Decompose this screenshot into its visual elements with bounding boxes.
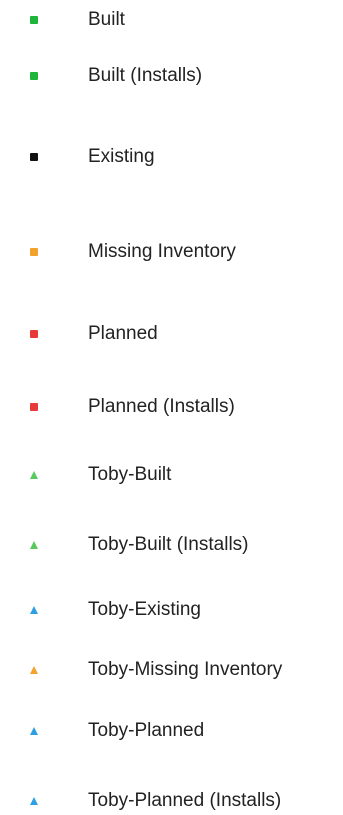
legend-label-toby-existing: Toby-Existing [88, 599, 201, 620]
legend-label-existing: Existing [88, 146, 155, 167]
red-square-icon [29, 329, 39, 339]
legend-item-existing: Existing [0, 143, 343, 171]
green-triangle-icon [29, 540, 39, 550]
red-square-icon [29, 402, 39, 412]
legend-item-toby-planned-installs: Toby-Planned (Installs) [0, 787, 343, 815]
blue-triangle-icon [29, 796, 39, 806]
legend-label-toby-built-installs: Toby-Built (Installs) [88, 534, 249, 555]
legend-label-toby-missing-inventory: Toby-Missing Inventory [88, 659, 283, 680]
legend-item-toby-existing: Toby-Existing [0, 596, 343, 624]
blue-triangle-icon [29, 605, 39, 615]
orange-square-icon [29, 247, 39, 257]
legend-label-built-installs: Built (Installs) [88, 65, 203, 86]
legend-item-toby-built-installs: Toby-Built (Installs) [0, 531, 343, 559]
green-triangle-icon [29, 470, 39, 480]
legend-item-toby-missing-inventory: Toby-Missing Inventory [0, 656, 343, 684]
legend-label-planned: Planned [88, 323, 158, 344]
legend-item-toby-planned: Toby-Planned [0, 717, 343, 745]
black-square-icon [29, 152, 39, 162]
orange-triangle-icon [29, 665, 39, 675]
legend-item-missing-inventory: Missing Inventory [0, 238, 343, 266]
legend-label-built: Built [88, 9, 125, 30]
green-square-icon [29, 15, 39, 25]
legend-label-toby-planned-installs: Toby-Planned (Installs) [88, 790, 282, 811]
green-square-icon [29, 71, 39, 81]
legend-label-missing-inventory: Missing Inventory [88, 241, 236, 262]
legend-item-built: Built [0, 6, 343, 34]
legend-label-toby-built: Toby-Built [88, 464, 172, 485]
legend-label-planned-installs: Planned (Installs) [88, 396, 235, 417]
legend-item-toby-built: Toby-Built [0, 461, 343, 489]
blue-triangle-icon [29, 726, 39, 736]
legend-item-planned: Planned [0, 320, 343, 348]
legend-item-built-installs: Built (Installs) [0, 62, 343, 90]
layer-legend: Built Built (Installs) Existing Missing … [0, 0, 343, 815]
legend-item-planned-installs: Planned (Installs) [0, 393, 343, 421]
legend-label-toby-planned: Toby-Planned [88, 720, 205, 741]
